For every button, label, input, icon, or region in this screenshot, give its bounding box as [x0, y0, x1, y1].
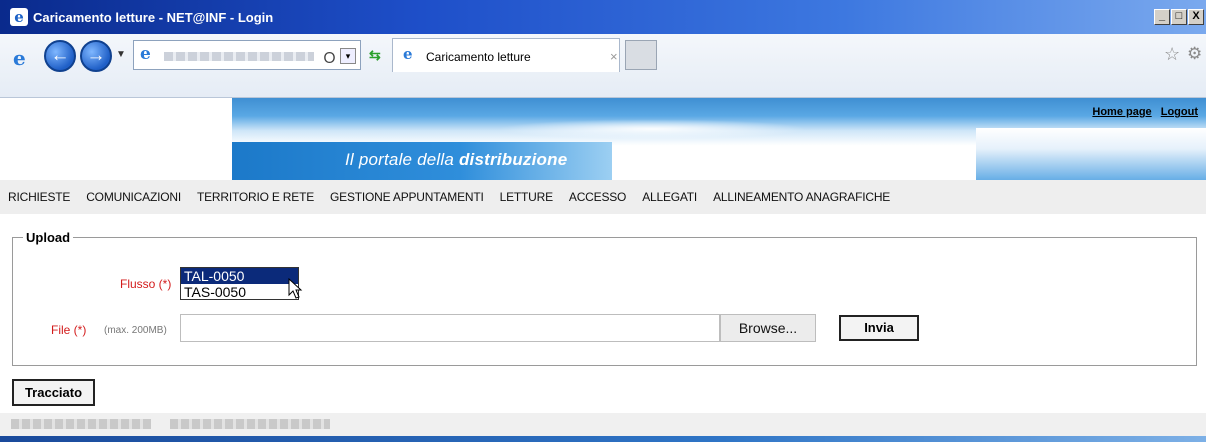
window-title: Caricamento letture - NET@INF - Login	[33, 9, 274, 25]
file-label: File (*)	[51, 323, 87, 337]
tagline-prefix: Il portale della	[345, 150, 459, 169]
menu-item-allineamento-anagrafiche[interactable]: ALLINEAMENTO ANAGRAFICHE	[713, 190, 890, 204]
upload-fieldset: Upload Flusso (*) TAL-0050 TAS-0050 File…	[12, 230, 1197, 366]
favorites-star-icon[interactable]: ☆	[1164, 44, 1180, 65]
ie-logo-icon: e	[13, 46, 26, 70]
address-url-redacted	[164, 52, 314, 61]
menu-item-allegati[interactable]: ALLEGATI	[642, 190, 697, 204]
invia-button[interactable]: Invia	[839, 315, 919, 341]
tagline-bold: distribuzione	[458, 150, 568, 169]
footer-bar	[0, 436, 1206, 442]
portal-tagline: Il portale della distribuzione	[345, 150, 567, 170]
browser-nav-bar: e ← → ▼ e Ｏ ▾ ⇆ e Caricamento letture × …	[0, 34, 1206, 98]
search-icon[interactable]: Ｏ	[322, 47, 337, 68]
tab-ie-icon: e	[403, 45, 413, 63]
flusso-select-list[interactable]: TAL-0050 TAS-0050	[180, 267, 299, 300]
tracciato-button[interactable]: Tracciato	[12, 379, 95, 406]
file-size-hint: (max. 200MB)	[104, 325, 167, 336]
header-links: Home page Logout	[1086, 106, 1198, 118]
close-button[interactable]: X	[1188, 9, 1204, 25]
flusso-option[interactable]: TAL-0050	[181, 268, 298, 284]
footer-text-redacted	[170, 419, 330, 429]
main-menu: RICHIESTE COMUNICAZIONI TERRITORIO E RET…	[0, 180, 1206, 214]
menu-item-accesso[interactable]: ACCESSO	[569, 190, 626, 204]
ie-logo-icon: e	[10, 8, 28, 26]
minimize-button[interactable]: _	[1154, 9, 1170, 25]
gear-icon[interactable]: ⚙	[1187, 44, 1202, 64]
browser-tab[interactable]: e Caricamento letture ×	[392, 38, 620, 72]
menu-item-comunicazioni[interactable]: COMUNICAZIONI	[86, 190, 181, 204]
compatibility-view-icon[interactable]: ⇆	[369, 47, 381, 64]
site-ie-icon: e	[140, 44, 151, 64]
window-title-bar: e Caricamento letture - NET@INF - Login …	[0, 0, 1206, 34]
flusso-option[interactable]: TAS-0050	[181, 284, 298, 300]
menu-item-richieste[interactable]: RICHIESTE	[8, 190, 70, 204]
tab-close-icon[interactable]: ×	[610, 49, 618, 64]
history-dropdown-icon[interactable]: ▼	[116, 49, 126, 60]
banner-right-gradient	[976, 128, 1206, 180]
logout-link[interactable]: Logout	[1161, 106, 1198, 118]
page-header: Il portale della distribuzione Home page…	[0, 98, 1206, 180]
back-button[interactable]: ←	[44, 40, 76, 72]
window-controls: _ □ X	[1154, 9, 1204, 25]
menu-item-territorio-e-rete[interactable]: TERRITORIO E RETE	[197, 190, 314, 204]
footer-text-redacted	[11, 419, 151, 429]
menu-item-gestione-appuntamenti[interactable]: GESTIONE APPUNTAMENTI	[330, 190, 484, 204]
upload-legend: Upload	[23, 230, 74, 245]
browse-button[interactable]: Browse...	[720, 314, 816, 342]
forward-button[interactable]: →	[80, 40, 112, 72]
file-path-input[interactable]	[180, 314, 720, 342]
maximize-button[interactable]: □	[1171, 9, 1187, 25]
menu-item-letture[interactable]: LETTURE	[500, 190, 553, 204]
forward-arrow-icon: →	[86, 45, 106, 66]
back-arrow-icon: ←	[50, 45, 70, 66]
mouse-cursor-icon	[288, 278, 303, 299]
new-tab-button[interactable]	[625, 40, 657, 70]
address-bar[interactable]: e Ｏ ▾	[133, 40, 361, 70]
flusso-label: Flusso (*)	[120, 277, 172, 291]
address-dropdown-button[interactable]: ▾	[340, 48, 356, 64]
tab-label: Caricamento letture	[426, 50, 531, 64]
home-page-link[interactable]: Home page	[1092, 106, 1151, 118]
